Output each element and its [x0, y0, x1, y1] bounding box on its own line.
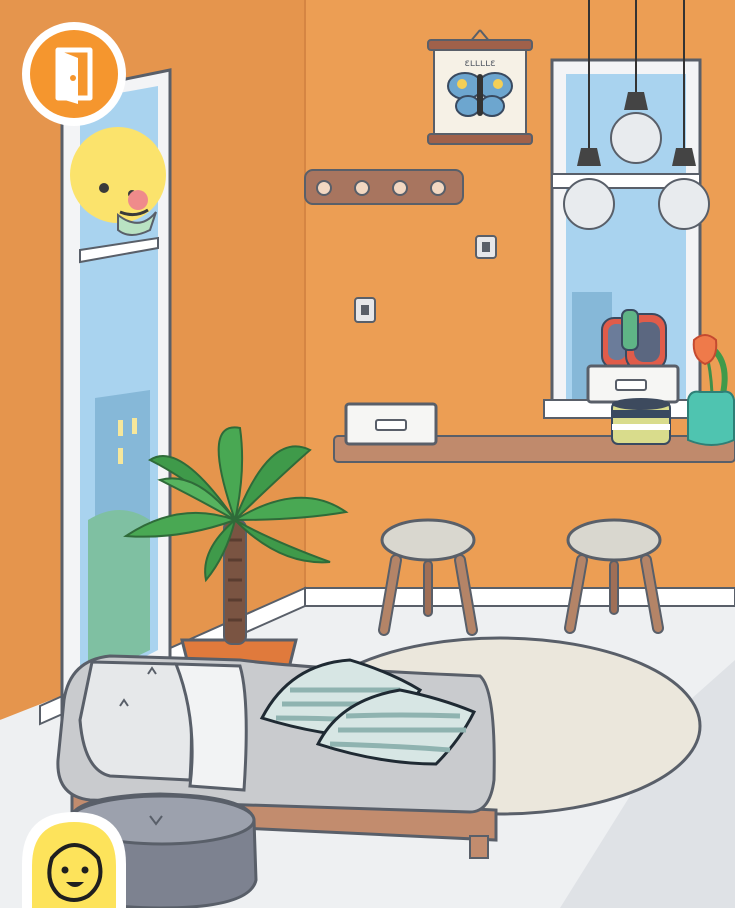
bedroom-scene: ɛʟʟʟʟɛ	[0, 0, 735, 908]
candle-tin	[611, 398, 671, 445]
character-button[interactable]	[22, 812, 126, 908]
exit-door-button[interactable]	[20, 20, 128, 128]
wall-outlet	[354, 297, 376, 323]
poster-caption: ɛʟʟʟʟɛ	[464, 58, 495, 69]
storage-box	[344, 402, 438, 446]
butterfly-poster: ɛʟʟʟʟɛ	[427, 29, 533, 145]
door-exit-icon	[22, 22, 126, 126]
tall-window	[60, 68, 172, 725]
character-face-icon	[22, 812, 126, 908]
peg-rail	[304, 169, 464, 205]
wall-outlet	[475, 235, 497, 259]
game-scene: ɛʟʟʟʟɛ	[0, 0, 735, 908]
baseboard-back	[304, 587, 735, 607]
